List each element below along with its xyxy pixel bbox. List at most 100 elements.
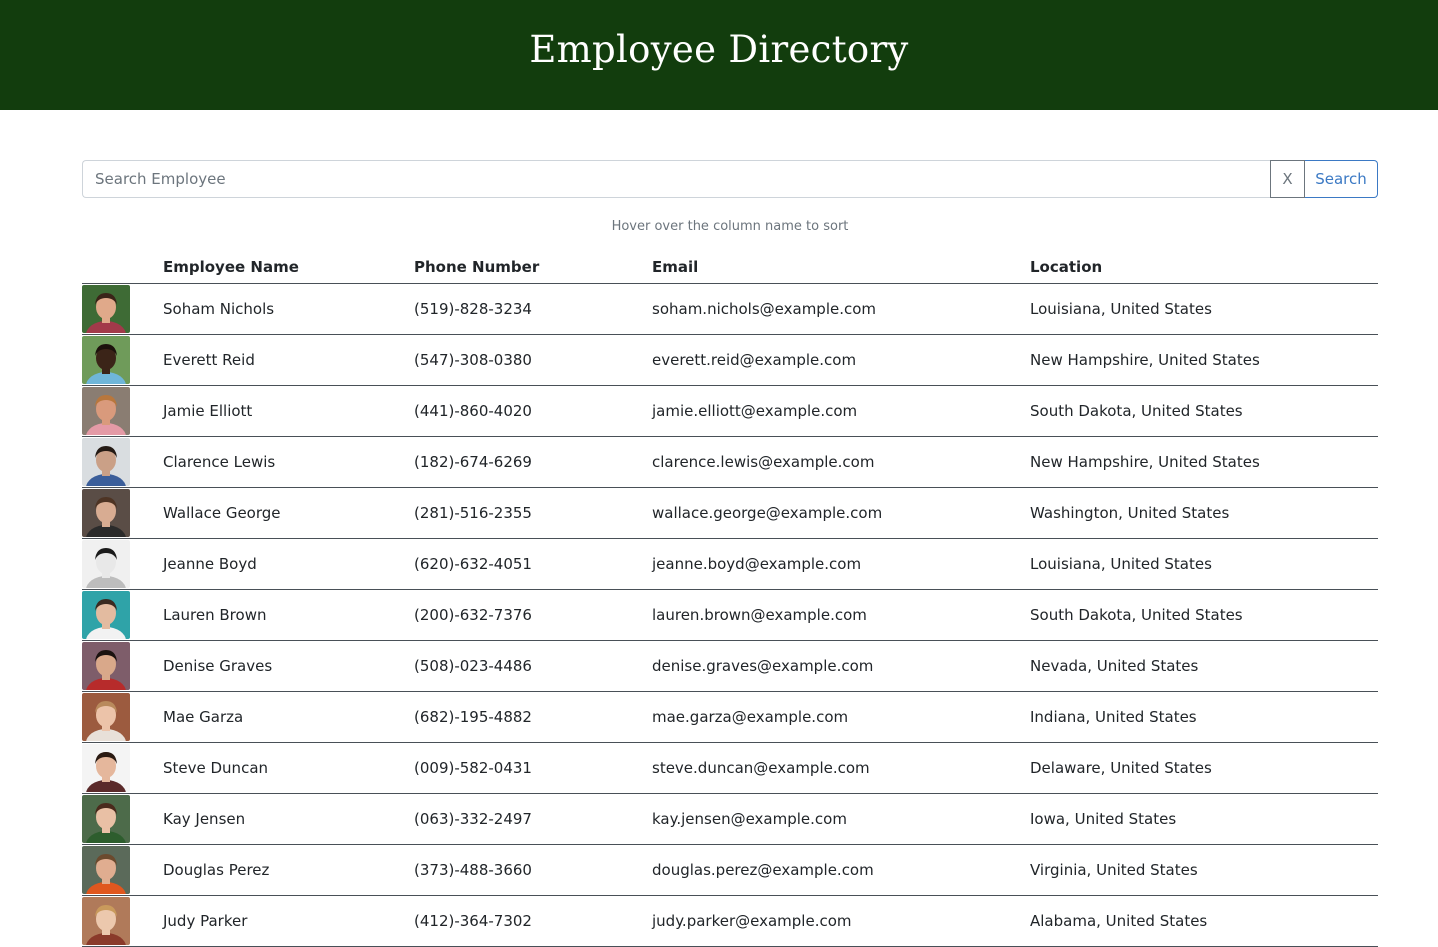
avatar-photo <box>82 539 130 588</box>
phone-number-cell: (682)-195-4882 <box>414 691 652 743</box>
phone-number-cell: (519)-828-3234 <box>414 283 652 335</box>
email-cell: jamie.elliott@example.com <box>652 385 1030 437</box>
clear-button[interactable]: X <box>1270 160 1305 198</box>
email-cell: denise.graves@example.com <box>652 640 1030 692</box>
table-row: Kay Jensen (063)-332-2497 kay.jensen@examp… <box>82 793 1378 845</box>
table-row: Jamie Elliott (441)-860-4020 jamie.elliott… <box>82 385 1378 437</box>
avatar-cell <box>82 436 163 488</box>
avatar-cell <box>82 589 163 641</box>
location-cell: Nevada, United States <box>1030 640 1378 692</box>
avatar-photo <box>82 692 130 741</box>
search-input[interactable] <box>82 160 1270 198</box>
avatar-cell <box>82 844 163 896</box>
column-header-phone[interactable]: Phone Number <box>414 258 652 284</box>
phone-number-cell: (281)-516-2355 <box>414 487 652 539</box>
avatar-photo <box>82 488 130 537</box>
phone-number-cell: (009)-582-0431 <box>414 742 652 794</box>
location-cell: South Dakota, United States <box>1030 385 1378 437</box>
phone-number-cell: (412)-364-7302 <box>414 895 652 947</box>
email-cell: kay.jensen@example.com <box>652 793 1030 845</box>
avatar-photo <box>82 896 130 945</box>
table-row: Everett Reid (547)-308-0380 everett.reid@e… <box>82 334 1378 386</box>
employee-table: Employee Name Phone Number Email Locatio… <box>82 258 1378 947</box>
main-content: X Search Hover over the column name to s… <box>82 160 1378 947</box>
table-body: Soham Nichols (519)-828-3234 soham.nichols… <box>82 283 1378 947</box>
phone-number-cell: (373)-488-3660 <box>414 844 652 896</box>
table-row: Douglas Perez (373)-488-3660 douglas.perez… <box>82 844 1378 896</box>
avatar <box>82 794 130 843</box>
avatar-cell <box>82 640 163 692</box>
table-row: Clarence Lewis (182)-674-6269 clarence.lew… <box>82 436 1378 488</box>
location-cell: South Dakota, United States <box>1030 589 1378 641</box>
avatar-photo <box>82 743 130 792</box>
table-row: Lauren Brown (200)-632-7376 lauren.brown@e… <box>82 589 1378 641</box>
table-row: Denise Graves (508)-023-4486 denise.graves… <box>82 640 1378 692</box>
email-cell: mae.garza@example.com <box>652 691 1030 743</box>
avatar <box>82 539 130 588</box>
phone-number-cell: (063)-332-2497 <box>414 793 652 845</box>
avatar-photo <box>82 284 130 333</box>
column-header-location[interactable]: Location <box>1030 258 1378 284</box>
avatar <box>82 743 130 792</box>
avatar <box>82 641 130 690</box>
avatar <box>82 488 130 537</box>
avatar <box>82 845 130 894</box>
table-row: Soham Nichols (519)-828-3234 soham.nichols… <box>82 283 1378 335</box>
avatar-photo <box>82 641 130 690</box>
email-cell: everett.reid@example.com <box>652 334 1030 386</box>
avatar-cell <box>82 334 163 386</box>
column-header-image <box>82 258 163 284</box>
table-row: Wallace George (281)-516-2355 wallace.geor… <box>82 487 1378 539</box>
email-cell: jeanne.boyd@example.com <box>652 538 1030 590</box>
avatar-cell <box>82 283 163 335</box>
location-cell: Delaware, United States <box>1030 742 1378 794</box>
avatar-photo <box>82 437 130 486</box>
location-cell: Iowa, United States <box>1030 793 1378 845</box>
employee-name-cell: Steve Duncan <box>163 742 414 794</box>
avatar-cell <box>82 538 163 590</box>
search-bar: X Search <box>82 160 1378 198</box>
avatar-photo <box>82 845 130 894</box>
email-cell: steve.duncan@example.com <box>652 742 1030 794</box>
employee-name-cell: Soham Nichols <box>163 283 414 335</box>
location-cell: Alabama, United States <box>1030 895 1378 947</box>
phone-number-cell: (182)-674-6269 <box>414 436 652 488</box>
avatar-photo <box>82 794 130 843</box>
table-row: Steve Duncan (009)-582-0431 steve.duncan@e… <box>82 742 1378 794</box>
email-cell: wallace.george@example.com <box>652 487 1030 539</box>
email-cell: douglas.perez@example.com <box>652 844 1030 896</box>
employee-name-cell: Douglas Perez <box>163 844 414 896</box>
table-header-row: Employee Name Phone Number Email Locatio… <box>82 258 1378 284</box>
search-button[interactable]: Search <box>1305 160 1378 198</box>
avatar-cell <box>82 742 163 794</box>
page-header: Employee Directory <box>0 0 1438 110</box>
column-header-name[interactable]: Employee Name <box>163 258 414 284</box>
location-cell: New Hampshire, United States <box>1030 334 1378 386</box>
location-cell: Louisiana, United States <box>1030 283 1378 335</box>
email-cell: lauren.brown@example.com <box>652 589 1030 641</box>
avatar <box>82 437 130 486</box>
avatar <box>82 590 130 639</box>
table-row: Judy Parker (412)-364-7302 judy.parker@exa… <box>82 895 1378 947</box>
employee-name-cell: Everett Reid <box>163 334 414 386</box>
avatar-photo <box>82 335 130 384</box>
page-title: Employee Directory <box>529 27 909 71</box>
email-cell: clarence.lewis@example.com <box>652 436 1030 488</box>
employee-name-cell: Jamie Elliott <box>163 385 414 437</box>
employee-name-cell: Kay Jensen <box>163 793 414 845</box>
email-cell: judy.parker@example.com <box>652 895 1030 947</box>
employee-name-cell: Jeanne Boyd <box>163 538 414 590</box>
sort-hint: Hover over the column name to sort <box>611 219 849 234</box>
avatar-cell <box>82 895 163 947</box>
employee-name-cell: Judy Parker <box>163 895 414 947</box>
location-cell: Louisiana, United States <box>1030 538 1378 590</box>
employee-name-cell: Mae Garza <box>163 691 414 743</box>
phone-number-cell: (200)-632-7376 <box>414 589 652 641</box>
avatar <box>82 896 130 945</box>
avatar-cell <box>82 385 163 437</box>
avatar-photo <box>82 386 130 435</box>
phone-number-cell: (441)-860-4020 <box>414 385 652 437</box>
employee-name-cell: Lauren Brown <box>163 589 414 641</box>
email-cell: soham.nichols@example.com <box>652 283 1030 335</box>
column-header-email[interactable]: Email <box>652 258 1030 284</box>
